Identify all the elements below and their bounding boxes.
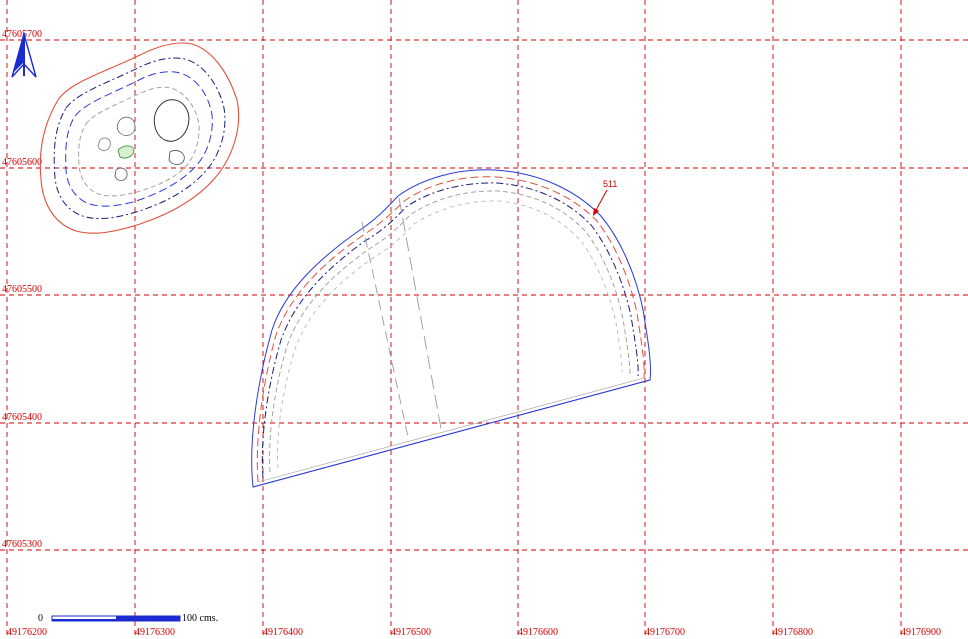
island-green-patch	[117, 145, 135, 159]
marker-leader-line	[594, 189, 608, 213]
x-label-1: 49176200	[7, 627, 47, 638]
x-label-3: 49176400	[263, 627, 303, 638]
x-coordinate-labels: 49176200 49176300 49176400 49176500 4917…	[7, 627, 941, 638]
y-label-2: 47605600	[2, 157, 42, 168]
x-label-6: 49176700	[645, 627, 685, 638]
feature-base-line	[252, 379, 651, 488]
scale-bar-fill-low	[52, 619, 116, 621]
feature-contour-grey	[269, 190, 631, 473]
x-label-2: 49176300	[135, 627, 175, 638]
scale-end-label: 100 cms.	[182, 613, 218, 624]
y-coordinate-labels: 47605700 47605600 47605500 47605400 4760…	[2, 29, 42, 550]
y-label-5: 47605300	[2, 539, 42, 550]
island-outer-contour	[39, 42, 240, 234]
x-label-7: 49176800	[773, 627, 813, 638]
x-label-4: 49176500	[391, 627, 431, 638]
island-inner-contour	[153, 99, 190, 142]
north-arrow-icon	[11, 31, 37, 78]
y-label-1: 47605700	[2, 29, 42, 40]
large-bathymetry-feature	[251, 169, 651, 488]
x-label-8: 49176900	[901, 627, 941, 638]
feature-contour-grey-2	[277, 200, 623, 469]
map-canvas: 49176200 49176300 49176400 49176500 4917…	[0, 0, 968, 639]
marker-label: 511	[603, 179, 617, 189]
y-label-4: 47605400	[2, 412, 42, 423]
grid-lines	[0, 0, 968, 639]
island-inner-contour-2	[116, 116, 136, 136]
feature-base-line-2	[257, 377, 645, 483]
x-label-5: 49176600	[518, 627, 558, 638]
island-inner-contour-3	[97, 137, 111, 151]
feature-contour-red	[256, 176, 645, 483]
feature-outer-outline	[251, 169, 651, 488]
island-inner-contour-5	[114, 167, 128, 181]
scale-bar-fill-high	[116, 616, 180, 621]
island-inner-contour-4	[168, 150, 185, 165]
y-label-3: 47605500	[2, 284, 42, 295]
feature-internal-line-1	[361, 221, 409, 438]
scale-start-label: 0	[38, 613, 43, 624]
marker-511: 511	[593, 179, 617, 216]
scale-bar: 0 100 cms.	[38, 613, 218, 624]
island-contours	[39, 42, 240, 234]
